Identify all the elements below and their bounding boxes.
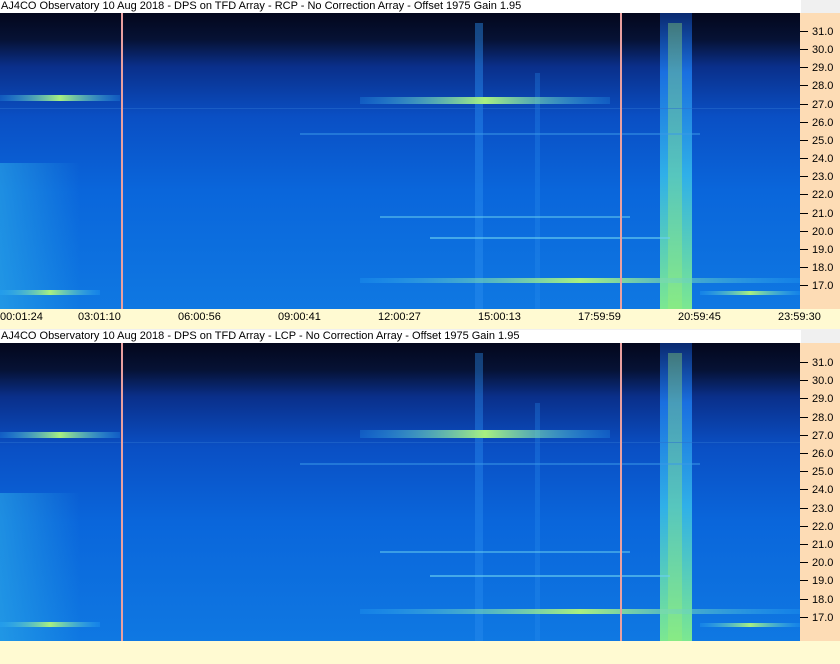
freq-tick (800, 507, 808, 509)
time-label: 17:59:59 (578, 311, 621, 323)
spectrogram-lcp[interactable] (0, 343, 800, 641)
freq-tick (800, 49, 808, 51)
freq-tick (800, 580, 808, 582)
freq-label: 17.0 (812, 280, 834, 293)
freq-label: 23.0 (812, 171, 834, 184)
freq-tick (800, 248, 808, 250)
time-label: 09:00:41 (278, 311, 321, 323)
freq-label: 24.0 (812, 484, 834, 497)
freq-tick (800, 471, 808, 473)
freq-label: 17.0 (812, 611, 834, 624)
freq-label: 26.0 (812, 448, 834, 460)
freq-label: 30.0 (812, 44, 834, 57)
time-axis: 00:01:24 03:01:10 06:00:56 09:00:41 12:00:27… (0, 309, 840, 329)
freq-label: 27.0 (812, 429, 834, 442)
time-label: 06:00:56 (178, 311, 221, 323)
freq-axis-rcp: 31.0 30.0 29.0 28.0 27.0 26.0 25.0 24.0 23.0 22.0… (800, 13, 840, 309)
panel-title-lcp: AJ4CO Observatory 10 Aug 2018 - DPS on T… (0, 330, 801, 343)
freq-tick (800, 103, 808, 105)
time-label: 12:00:27 (378, 311, 421, 323)
freq-label: 19.0 (812, 575, 834, 588)
freq-label: 31.0 (812, 26, 834, 38)
panel-title-rcp: AJ4CO Observatory 10 Aug 2018 - DPS on T… (0, 0, 801, 13)
time-label: 23:59:30 (778, 311, 821, 323)
freq-tick (800, 489, 808, 491)
freq-label: 21.0 (812, 539, 834, 551)
freq-tick (800, 194, 808, 196)
freq-label: 29.0 (812, 393, 834, 406)
freq-tick (800, 616, 808, 618)
freq-tick (800, 158, 808, 160)
freq-label: 26.0 (812, 116, 834, 129)
freq-axis-lcp: 31.0 30.0 29.0 28.0 27.0 26.0 25.0 24.0 23.0 22.0… (800, 343, 840, 641)
freq-label: 18.0 (812, 593, 834, 606)
freq-label: 28.0 (812, 80, 834, 93)
freq-tick (800, 230, 808, 232)
time-cursor-3[interactable] (121, 343, 123, 641)
time-label: 00:01:24 (0, 311, 43, 323)
freq-tick (800, 434, 808, 436)
freq-tick (800, 453, 808, 454)
freq-label: 27.0 (812, 98, 834, 111)
freq-label: 20.0 (812, 225, 834, 238)
bottom-axis-strip (0, 641, 840, 664)
freq-label: 29.0 (812, 62, 834, 75)
freq-label: 21.0 (812, 207, 834, 220)
freq-tick (800, 121, 808, 123)
freq-tick (800, 31, 808, 32)
freq-tick (800, 598, 808, 600)
freq-tick (800, 525, 808, 527)
freq-tick (800, 176, 808, 178)
freq-label: 22.0 (812, 520, 834, 533)
freq-label: 31.0 (812, 357, 834, 369)
freq-tick (800, 398, 808, 400)
freq-label: 30.0 (812, 375, 834, 388)
freq-tick (800, 380, 808, 382)
freq-label: 23.0 (812, 502, 834, 515)
time-cursor-2[interactable] (620, 13, 622, 309)
spectrogram-rcp[interactable] (0, 13, 800, 309)
freq-tick (800, 562, 808, 564)
time-label: 03:01:10 (78, 311, 121, 323)
freq-label: 19.0 (812, 243, 834, 256)
freq-label: 22.0 (812, 189, 834, 202)
freq-tick (800, 85, 808, 87)
freq-label: 20.0 (812, 557, 834, 570)
time-label: 15:00:13 (478, 311, 521, 323)
freq-tick (800, 362, 808, 363)
freq-tick (800, 266, 808, 268)
freq-tick (800, 139, 808, 141)
freq-label: 24.0 (812, 153, 834, 166)
freq-label: 25.0 (812, 466, 834, 479)
freq-label: 18.0 (812, 261, 834, 274)
freq-tick (800, 212, 808, 214)
time-cursor-4[interactable] (620, 343, 622, 641)
freq-label: 25.0 (812, 134, 834, 147)
freq-tick (800, 416, 808, 418)
time-cursor-1[interactable] (121, 13, 123, 309)
spectrogram-rcp-image (0, 13, 800, 309)
time-label: 20:59:45 (678, 311, 721, 323)
spectrogram-lcp-image (0, 343, 800, 641)
freq-tick (800, 285, 808, 287)
freq-tick (800, 67, 808, 69)
freq-tick (800, 544, 808, 545)
freq-label: 28.0 (812, 411, 834, 424)
